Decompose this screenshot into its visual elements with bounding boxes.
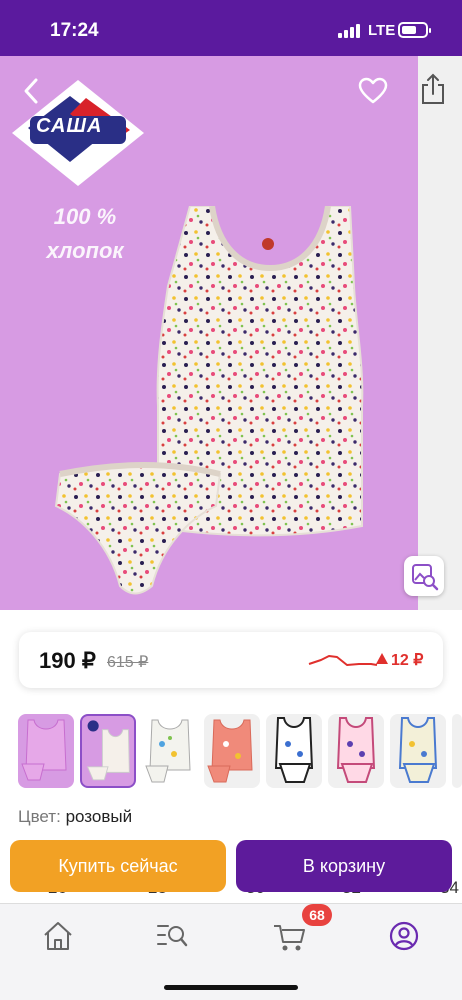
variant-thumbnail[interactable] xyxy=(390,714,446,788)
catalog-search-icon[interactable] xyxy=(152,916,192,956)
home-icon[interactable] xyxy=(38,916,78,956)
add-to-cart-button[interactable]: В корзину xyxy=(236,840,452,892)
claim-line-2: хлопок xyxy=(46,238,124,263)
color-label: Цвет: xyxy=(18,807,61,826)
variant-thumbnail[interactable] xyxy=(18,714,74,788)
heart-icon[interactable] xyxy=(358,76,388,106)
variant-thumbnail-selected[interactable] xyxy=(80,714,136,788)
variant-thumbnail[interactable] xyxy=(452,714,462,788)
buy-now-button[interactable]: Купить сейчас xyxy=(10,840,226,892)
profile-icon[interactable] xyxy=(384,916,424,956)
price-up-icon xyxy=(376,653,388,664)
cart-count-badge: 68 xyxy=(302,904,332,926)
brand-logo-text: САША xyxy=(36,115,103,137)
home-indicator xyxy=(164,985,298,990)
variant-thumbnail[interactable] xyxy=(328,714,384,788)
signal-icon xyxy=(338,24,362,38)
share-icon[interactable] xyxy=(420,72,446,106)
variant-thumbnails xyxy=(0,714,462,788)
price-change: 12 ₽ xyxy=(391,652,424,669)
visual-search-icon xyxy=(412,564,439,591)
color-value: розовый xyxy=(65,807,133,826)
variant-thumbnail[interactable] xyxy=(204,714,260,788)
status-time: 17:24 xyxy=(50,20,99,41)
next-image-peek[interactable] xyxy=(418,56,462,610)
network-type: LTE xyxy=(368,22,396,39)
battery-icon xyxy=(398,22,431,38)
old-price: 615 ₽ xyxy=(107,654,149,671)
variant-thumbnail[interactable] xyxy=(142,714,198,788)
variant-thumbnail[interactable] xyxy=(266,714,322,788)
price-card[interactable]: 190 ₽ 615 ₽ 12 ₽ xyxy=(19,632,443,688)
color-row: Цвет: розовый xyxy=(18,807,132,827)
current-price: 190 ₽ xyxy=(39,648,96,673)
status-bar: 17:24 LTE xyxy=(0,0,462,56)
material-claim: 100 % хлопок xyxy=(30,200,140,268)
claim-line-1: 100 % xyxy=(53,204,117,229)
visual-search-button[interactable] xyxy=(404,556,444,596)
